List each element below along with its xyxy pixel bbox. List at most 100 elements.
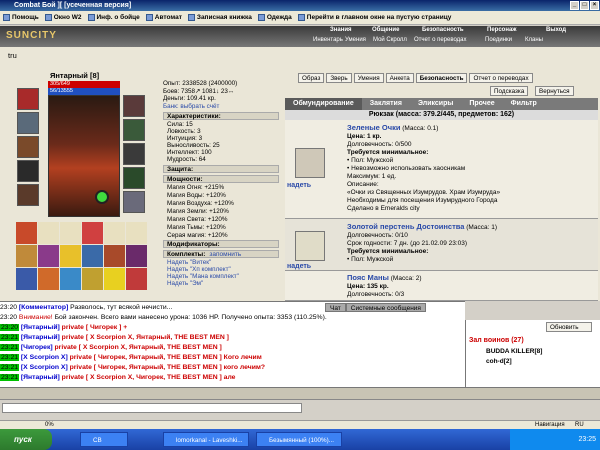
action-buttons: Образ Зверь Умения Анкета Безопасность О… [298,73,533,83]
image-button[interactable]: Образ [298,73,325,83]
window-w2-button[interactable]: Окно W2 [44,14,82,21]
chat-log: 23:20 [Комментатор] Разволось, тут всяко… [0,301,465,387]
task-button[interactable]: lomorkanal - Laveshki... [163,432,249,447]
spell-icon[interactable] [126,268,147,290]
spell-icon[interactable] [82,268,103,290]
boots-slot[interactable] [123,191,145,213]
maximize-button[interactable]: □ [580,1,589,10]
spell-icon[interactable] [126,222,147,244]
spell-icon[interactable] [16,268,37,290]
spell-icon[interactable] [104,245,125,267]
weapon-slot[interactable] [17,136,39,158]
modifiers-header[interactable]: Модификаторы: [163,240,279,248]
nav-inventory[interactable]: Инвентарь [313,37,343,45]
nav-clans[interactable]: Кланы [525,37,543,45]
protection-header[interactable]: Защита: [163,165,279,173]
nav-knowledge[interactable]: Знания [330,27,352,35]
set-item[interactable]: Надеть "Хп комплект" [167,266,231,273]
list-item: Пояс Маны (Масса: 2) Цена: 135 кр. Долго… [285,271,598,301]
tab-other[interactable]: Прочее [461,98,502,110]
nav-transfer-report[interactable]: Отчет о переводах [414,37,467,45]
spell-icon[interactable] [82,245,103,267]
window-icon [44,14,52,21]
profile-button[interactable]: Анкета [385,73,414,83]
set-item[interactable]: Надеть "Мана комплект" [167,273,239,280]
transfer-report-button[interactable]: Отчет о переводах [469,73,533,83]
spell-icon[interactable] [82,222,103,244]
tab-elixirs[interactable]: Эликсиры [410,98,461,110]
empty-page-button[interactable]: Перейти в главном окне на пустую страниц… [297,14,451,21]
set-item[interactable]: Надеть "Эм" [167,280,203,287]
spell-icon[interactable] [104,222,125,244]
notebook-button[interactable]: Записная книжка [187,14,252,21]
start-button[interactable]: пуск [0,429,52,450]
user-item[interactable]: coh-d[2] [486,358,512,365]
nav-character[interactable]: Персонаж [487,27,517,35]
refresh-button[interactable]: Обновить [546,322,592,332]
gloves-slot[interactable] [123,143,145,165]
spell-icon[interactable] [104,268,125,290]
spell-icon[interactable] [38,268,59,290]
helmet-slot[interactable] [17,88,39,110]
power-gray: Серая магия: +120% [167,232,228,239]
hp-bar: 305/649 [48,81,120,88]
item-line: Требуется минимальное: [347,248,429,255]
hint-button[interactable]: Подсказка [490,86,529,96]
sets-header[interactable]: Комплекты: запомнить [163,250,279,258]
minimize-button[interactable]: _ [570,1,579,10]
powers-header[interactable]: Мощности: [163,175,279,183]
tab-system-messages[interactable]: Системные сообщения [345,303,426,312]
spell-icon[interactable] [60,222,81,244]
item-line: Описание: [347,181,379,188]
chat-line: 23:21 [Чигорек] private [ X Scorpion X, … [0,344,222,351]
help-button[interactable]: Помощь [3,14,39,21]
item-name: Золотой перстень Достоинства [347,222,465,231]
close-button[interactable]: × [590,1,599,10]
set-item[interactable]: Надеть "Витек" [167,259,211,266]
character-info: Опыт: 2338528 (2400000) Боев: 7358↗ 1081… [163,80,237,110]
spell-icon[interactable] [16,245,37,267]
amulet-slot[interactable] [17,112,39,134]
remember-link[interactable]: запомнить [209,251,241,258]
belt-slot[interactable] [17,184,39,206]
nav-security[interactable]: Безопасность [422,27,464,35]
task-button[interactable]: Безымянный (100%)... [256,432,342,447]
spell-icon[interactable] [126,245,147,267]
characteristics-header[interactable]: Характеристики: [163,112,279,120]
status-bar: 0% Навигация RU [0,420,600,429]
fighter-info-button[interactable]: Инф. о бойце [87,14,140,21]
item-line: Максимум: 1 ед. [347,173,397,180]
spell-icon[interactable] [60,268,81,290]
security-button[interactable]: Безопасность [415,73,468,83]
spell-icon[interactable] [60,245,81,267]
wear-link[interactable]: надеть [287,263,311,270]
back-button[interactable]: Вернуться [535,86,574,96]
clothes-button[interactable]: Одежда [257,14,292,21]
power-dark: Магия Тьмы: +120% [167,224,226,231]
chat-input[interactable] [2,403,302,413]
task-button[interactable]: CB [80,432,128,447]
tab-spells[interactable]: Заклятия [362,98,410,110]
bank-link[interactable]: Банк: выбрать счёт [163,103,237,111]
tab-filter[interactable]: Фильтр [503,98,545,110]
wear-link[interactable]: надеть [287,182,311,189]
nav-exit[interactable]: Выход [546,27,566,35]
nav-communication[interactable]: Общение [372,27,399,35]
nav-duels[interactable]: Поединки [485,37,512,45]
user-item[interactable]: BUDDA KILLER[8] [486,348,542,355]
spell-icon[interactable] [16,222,37,244]
ring-slot-1[interactable] [123,119,145,141]
armor-slot[interactable] [17,160,39,182]
auto-button[interactable]: Автомат [145,14,182,21]
tab-equipment[interactable]: Обмундирование [285,98,362,110]
item-line: Необходимы для посещения Изумрудного Гор… [347,197,498,204]
spell-icon[interactable] [38,222,59,244]
pet-button[interactable]: Зверь [326,73,352,83]
nav-scroll[interactable]: Мой Скролл [373,37,407,45]
skills-button[interactable]: Умения [353,73,384,83]
nav-skills[interactable]: Умения [345,37,366,45]
shield-slot[interactable] [123,167,145,189]
tab-chat[interactable]: Чат [325,303,346,312]
spell-icon[interactable] [38,245,59,267]
earring-slot[interactable] [123,95,145,117]
